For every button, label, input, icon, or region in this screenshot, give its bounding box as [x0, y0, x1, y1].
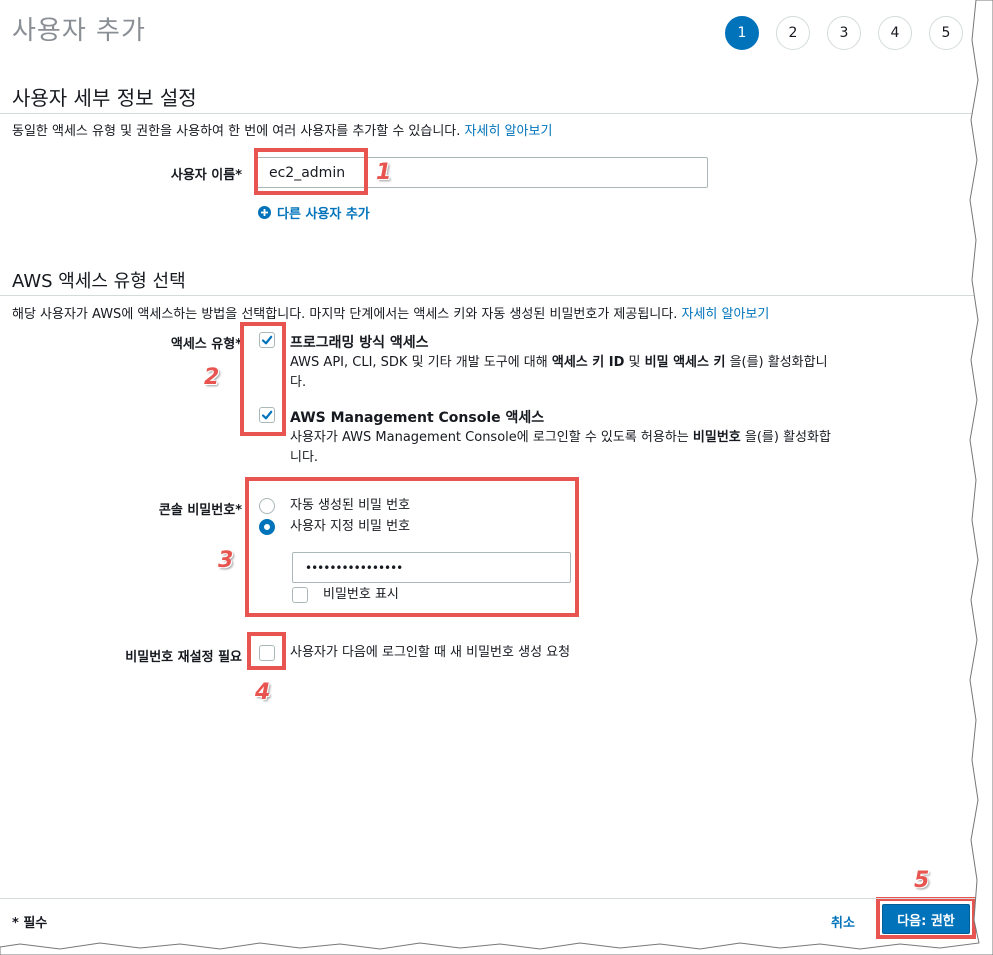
torn-edge-decoration: [0, 0, 993, 955]
